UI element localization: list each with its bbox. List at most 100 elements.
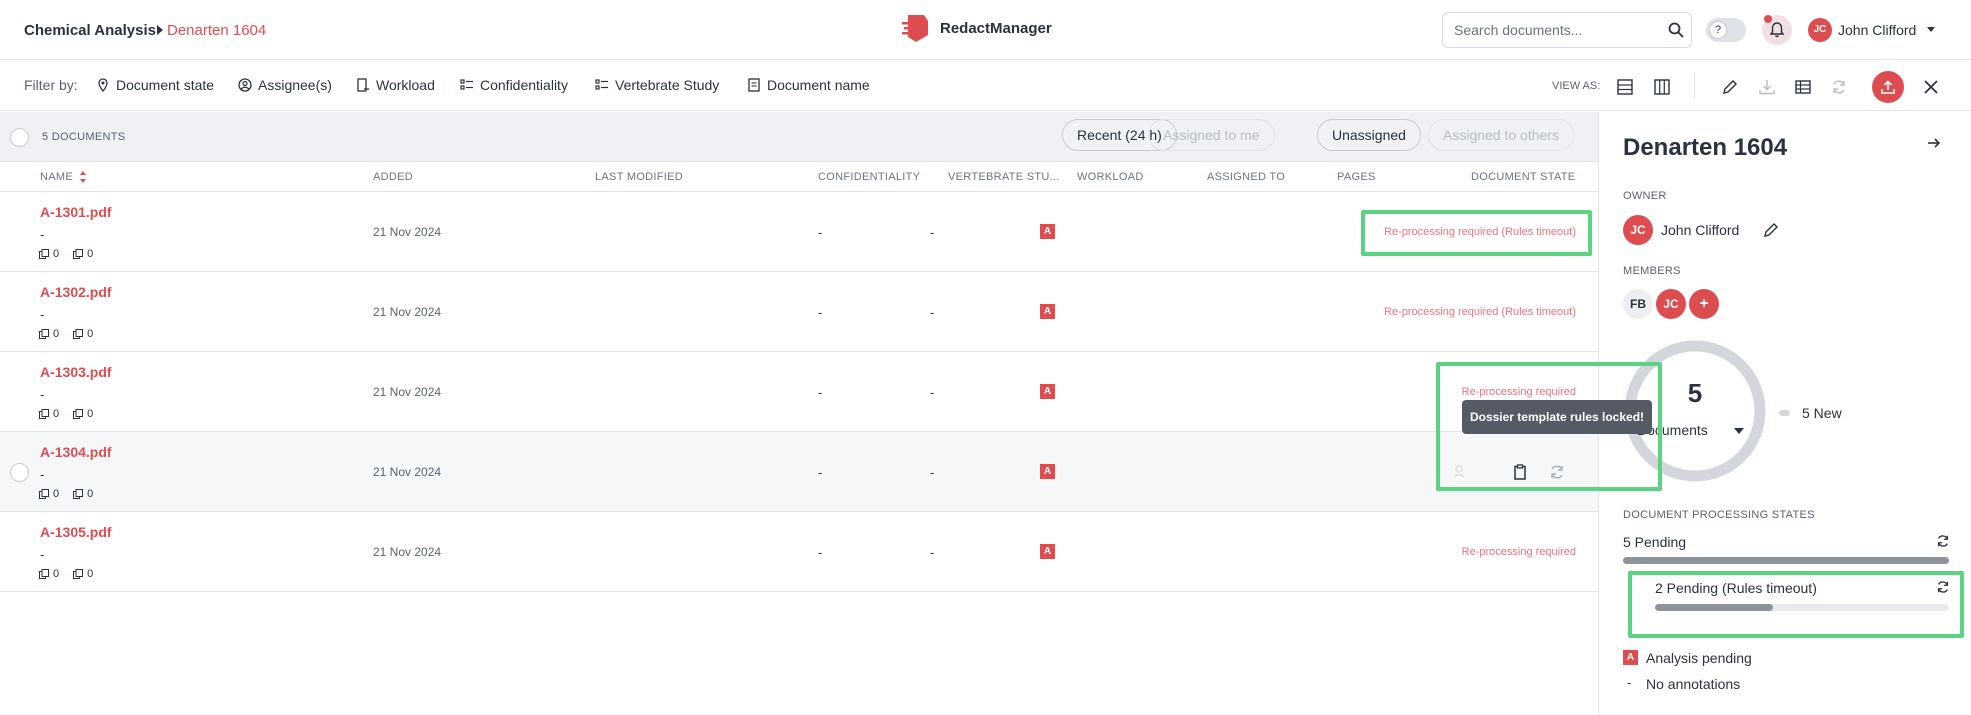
close-dossier-button[interactable]: [1920, 76, 1942, 98]
file-counts: 0 0: [39, 488, 93, 500]
list-view-button[interactable]: [1614, 76, 1636, 98]
breadcrumb-root[interactable]: Chemical Analysis: [24, 22, 156, 39]
user-name[interactable]: John Clifford: [1838, 22, 1916, 38]
file-name[interactable]: A-1303.pdf: [40, 364, 112, 380]
chip-assigned-to-others[interactable]: Assigned to others: [1428, 119, 1574, 151]
location-pin-icon: [98, 78, 108, 92]
user-menu-chevron-icon[interactable]: [1927, 27, 1935, 32]
row-checkbox[interactable]: [10, 463, 29, 482]
reanalyse-button[interactable]: [1828, 76, 1850, 98]
donut-count: 5: [1687, 378, 1703, 408]
vertebrate-value: -: [930, 545, 935, 560]
vertebrate-value: -: [930, 465, 935, 480]
select-all-checkbox[interactable]: [10, 128, 29, 147]
document-count: 5 DOCUMENTS: [42, 131, 126, 143]
column-assigned-to[interactable]: ASSIGNED TO: [1207, 171, 1285, 183]
filter-document-name[interactable]: Document name: [747, 77, 870, 93]
upload-button[interactable]: [1872, 71, 1904, 103]
analysis-status: Analysis pending: [1646, 650, 1752, 666]
filter-assignees[interactable]: Assignee(s): [238, 77, 332, 93]
sort-icon[interactable]: [79, 170, 87, 184]
analysis-badge: A: [1040, 384, 1055, 399]
chevron-down-icon[interactable]: [1734, 428, 1744, 434]
arrow-right-icon[interactable]: [1927, 137, 1941, 149]
table-row[interactable]: A-1304.pdf - 0 0 21 Nov 2024 - - A: [0, 432, 1598, 512]
user-avatar[interactable]: JC: [1808, 18, 1832, 42]
tooltip: Dossier template rules locked!: [1462, 400, 1652, 434]
filter-bar: Filter by: Document state Assignee(s) Wo…: [0, 61, 1971, 111]
app-logo[interactable]: RedactManager: [902, 13, 1052, 43]
search-box: [1442, 12, 1692, 48]
search-icon[interactable]: [1668, 22, 1684, 38]
count-value: 0: [87, 328, 94, 340]
add-member-button[interactable]: +: [1689, 289, 1719, 319]
column-pages[interactable]: PAGES: [1337, 171, 1376, 183]
processing-states-label: DOCUMENT PROCESSING STATES: [1623, 509, 1815, 521]
added-date: 21 Nov 2024: [373, 465, 442, 479]
column-name[interactable]: NAME: [40, 171, 73, 183]
annotations-icon: [73, 409, 84, 419]
column-added[interactable]: ADDED: [373, 171, 413, 183]
column-document-state[interactable]: DOCUMENT STATE: [1471, 171, 1575, 183]
notifications-button[interactable]: [1762, 15, 1792, 45]
table-row[interactable]: A-1305.pdf - 0 0 21 Nov 2024 - - A Re-pr…: [0, 512, 1598, 592]
filter-confidentiality[interactable]: Confidentiality: [460, 77, 568, 93]
count-value: 0: [87, 248, 94, 260]
confidentiality-value: -: [818, 225, 823, 240]
column-workload[interactable]: WORKLOAD: [1077, 171, 1144, 183]
pages-icon: [39, 409, 49, 419]
column-vertebrate-study[interactable]: VERTEBRATE STU...: [948, 171, 1060, 183]
filter-label: Document state: [116, 77, 215, 93]
pencil-icon[interactable]: [1763, 222, 1779, 238]
confidentiality-value: -: [818, 465, 823, 480]
analysis-badge: A: [1040, 224, 1055, 239]
column-confidentiality[interactable]: CONFIDENTIALITY: [818, 171, 920, 183]
chip-assigned-to-me[interactable]: Assigned to me: [1148, 119, 1275, 151]
vertebrate-value: -: [930, 385, 935, 400]
member-avatar[interactable]: FB: [1623, 289, 1653, 319]
document-icon: [748, 78, 760, 92]
filter-vertebrate-study[interactable]: Vertebrate Study: [595, 77, 719, 93]
filter-document-state[interactable]: Document state: [96, 77, 214, 93]
member-avatar[interactable]: JC: [1656, 289, 1686, 319]
added-date: 21 Nov 2024: [373, 545, 442, 559]
owner-label: OWNER: [1623, 190, 1667, 202]
vertebrate-value: -: [930, 225, 935, 240]
table-row[interactable]: A-1302.pdf - 0 0 21 Nov 2024 - - A Re-pr…: [0, 272, 1598, 352]
column-last-modified[interactable]: LAST MODIFIED: [595, 171, 683, 183]
file-counts: 0 0: [39, 328, 93, 340]
table-row[interactable]: A-1301.pdf - 0 0 21 Nov 2024 - - A Re-pr…: [0, 192, 1598, 272]
table-view-icon: [1617, 79, 1633, 95]
table-row[interactable]: A-1303.pdf - 0 0 21 Nov 2024 - - A Re-pr…: [0, 352, 1598, 432]
file-name[interactable]: A-1302.pdf: [40, 284, 112, 300]
download-button[interactable]: [1756, 76, 1778, 98]
spreadsheet-export-button[interactable]: [1792, 76, 1814, 98]
file-subtitle: -: [40, 387, 45, 402]
added-date: 21 Nov 2024: [373, 385, 442, 399]
help-icon: ?: [1709, 21, 1727, 39]
upload-icon: [1881, 80, 1895, 94]
search-input[interactable]: [1443, 13, 1653, 47]
list-toolbar: 5 DOCUMENTS Recent (24 h) Assigned to me…: [0, 112, 1598, 162]
document-state: Re-processing required: [1461, 546, 1576, 558]
breadcrumb-chevron-icon: [157, 25, 163, 35]
chip-unassigned[interactable]: Unassigned: [1317, 119, 1421, 151]
filter-workload[interactable]: Workload: [356, 77, 435, 93]
owner-avatar: JC: [1623, 215, 1653, 245]
refresh-icon[interactable]: [1936, 534, 1950, 548]
view-as-label: VIEW AS:: [1552, 80, 1601, 92]
file-name[interactable]: A-1305.pdf: [40, 524, 112, 540]
filter-label: Confidentiality: [480, 77, 568, 93]
pending-count: 5 Pending: [1623, 534, 1687, 550]
help-mode-toggle[interactable]: ?: [1706, 18, 1746, 42]
file-name[interactable]: A-1304.pdf: [40, 444, 112, 460]
filter-by-label: Filter by:: [24, 77, 78, 93]
edit-dossier-button[interactable]: [1719, 76, 1741, 98]
document-edit-icon: [357, 78, 369, 92]
board-view-button[interactable]: [1651, 76, 1673, 98]
pending-progress-bar: [1623, 557, 1949, 564]
confidentiality-value: -: [818, 545, 823, 560]
user-circle-icon: [238, 78, 252, 92]
breadcrumb-current[interactable]: Denarten 1604: [167, 22, 266, 39]
file-name[interactable]: A-1301.pdf: [40, 204, 112, 220]
